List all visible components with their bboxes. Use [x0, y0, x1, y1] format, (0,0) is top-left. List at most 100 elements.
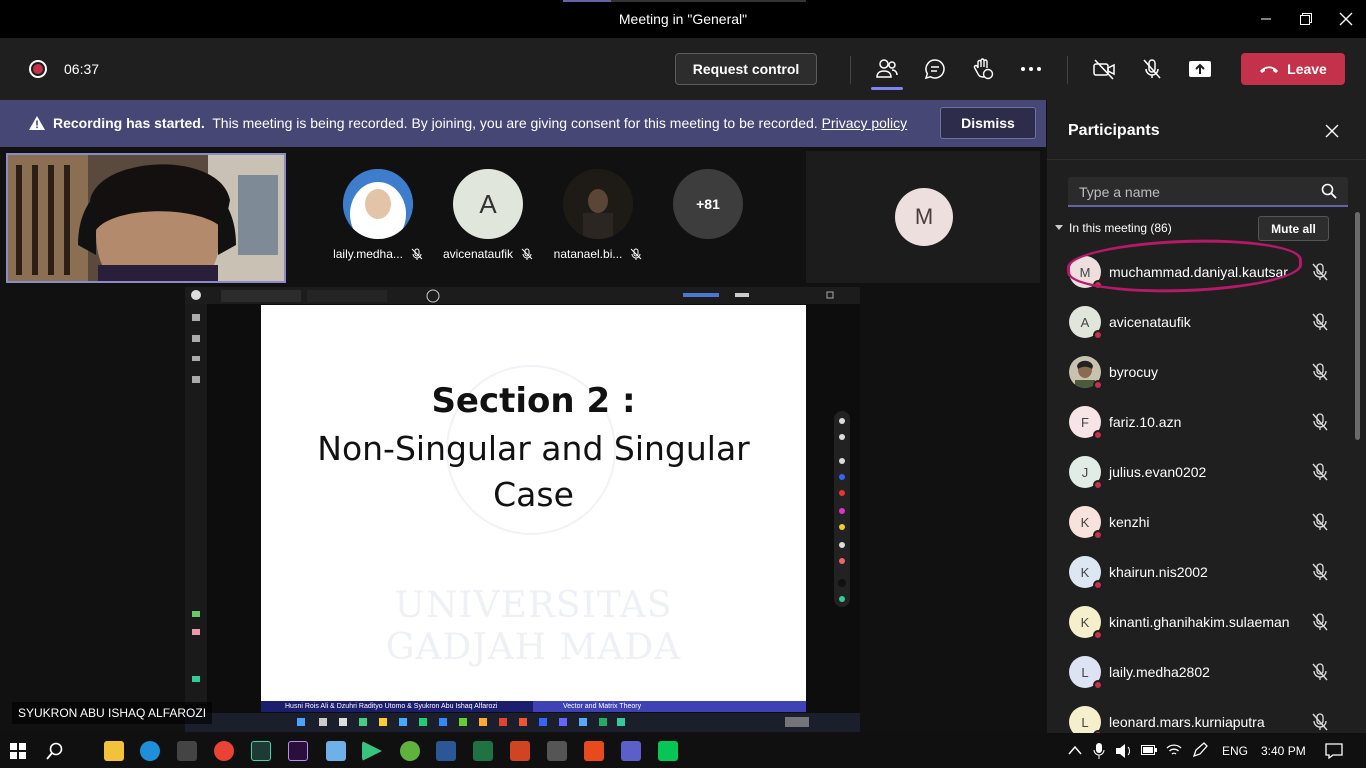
pen-toolbar — [834, 411, 850, 607]
mic-off-icon[interactable] — [1311, 412, 1329, 432]
search-icon[interactable] — [1321, 183, 1337, 199]
meeting-toolbar: 06:37 Request control Leave — [0, 38, 1366, 100]
participant-row[interactable]: Llaily.medha2802 — [1047, 648, 1353, 698]
slide-footer-authors: Husni Rois Ali & Dzuhri Radityo Utomo & … — [261, 701, 533, 712]
input-language[interactable]: ENG — [1222, 744, 1248, 758]
camera-toggle-button[interactable] — [1088, 54, 1120, 84]
battery-icon[interactable] — [1141, 745, 1157, 755]
overflow-participants-button[interactable]: +81 — [673, 169, 743, 239]
participant-row[interactable]: Jjulius.evan0202 — [1047, 448, 1353, 498]
chrome-icon[interactable] — [214, 741, 234, 761]
participant-row[interactable]: Aavicenataufik — [1047, 298, 1353, 348]
minimize-button[interactable] — [1246, 6, 1286, 32]
mic-off-icon[interactable] — [1311, 362, 1329, 382]
maximize-button[interactable] — [1286, 6, 1326, 32]
notifications-icon[interactable] — [1325, 743, 1343, 759]
shared-screen-taskbar — [185, 713, 860, 732]
self-video-tile — [6, 153, 286, 283]
participant-search-input[interactable] — [1079, 182, 1309, 202]
edge-icon[interactable] — [140, 741, 160, 761]
mic-off-icon[interactable] — [1311, 612, 1329, 632]
word-icon[interactable] — [436, 741, 456, 761]
share-screen-button[interactable] — [1184, 54, 1216, 84]
close-icon — [1339, 12, 1353, 26]
status-indicator — [1093, 380, 1103, 390]
camera-feed-image — [8, 155, 284, 281]
banner-bold-text: Recording has started. — [53, 115, 205, 131]
participant-row[interactable]: Kkinanti.ghanihakim.sulaeman — [1047, 598, 1353, 648]
watermark-line-1: UNIVERSITAS — [394, 585, 673, 626]
reactions-button[interactable] — [967, 54, 999, 84]
more-options-button[interactable] — [1015, 54, 1047, 84]
wifi-icon[interactable] — [1166, 743, 1182, 757]
presenter-tile: M — [806, 151, 1040, 283]
mic-toggle-button[interactable] — [1136, 54, 1168, 84]
file-explorer-icon[interactable] — [104, 741, 124, 761]
close-panel-button[interactable] — [1321, 120, 1343, 142]
clock[interactable]: 3:40 PM — [1261, 744, 1306, 758]
participant-tile[interactable]: A avicenataufik — [433, 169, 543, 261]
excel-icon[interactable] — [473, 741, 493, 761]
participants-button[interactable] — [871, 54, 903, 84]
pdf-app-icon[interactable] — [584, 741, 604, 761]
sound-app-icon[interactable] — [547, 741, 567, 761]
mic-off-icon[interactable] — [1311, 562, 1329, 582]
privacy-policy-link[interactable]: Privacy policy — [822, 115, 908, 131]
in-meeting-section-header[interactable]: In this meeting (86) — [1055, 221, 1172, 235]
store-icon[interactable] — [177, 741, 197, 761]
premiere-icon[interactable] — [288, 741, 308, 761]
participant-row[interactable]: Kkhairun.nis2002 — [1047, 548, 1353, 598]
mic-off-icon[interactable] — [1311, 662, 1329, 682]
notepad-icon[interactable] — [326, 741, 346, 761]
mic-off-icon[interactable] — [1311, 712, 1329, 732]
mute-all-button[interactable]: Mute all — [1258, 216, 1329, 241]
participant-list: Mmuchammad.daniyal.kautsar Aavicenataufik… — [1047, 248, 1353, 748]
mic-off-icon[interactable] — [1311, 462, 1329, 482]
status-indicator — [1093, 430, 1103, 440]
microphone-icon[interactable] — [1093, 742, 1105, 760]
participant-initial: K — [1080, 564, 1090, 580]
windows-start-icon[interactable] — [10, 743, 26, 759]
participant-initial: J — [1081, 464, 1089, 480]
request-control-button[interactable]: Request control — [675, 53, 817, 85]
participant-avatar — [1069, 356, 1103, 390]
participant-avatar: J — [1069, 456, 1103, 490]
panel-scrollbar[interactable] — [1355, 212, 1360, 440]
participant-row[interactable]: Ffariz.10.azn — [1047, 398, 1353, 448]
participant-name: laily.medha2802 — [1109, 664, 1210, 680]
teams-icon[interactable] — [621, 741, 641, 761]
dismiss-button[interactable]: Dismiss — [940, 107, 1036, 139]
mic-off-icon[interactable] — [1311, 312, 1329, 332]
participant-tile[interactable]: natanael.bi... — [543, 169, 653, 261]
volume-icon[interactable] — [1115, 743, 1133, 759]
participant-initial: A — [1080, 314, 1090, 330]
app-icon[interactable] — [400, 741, 420, 761]
active-tab-indicator — [871, 87, 903, 90]
participant-row[interactable]: Kkenzhi — [1047, 498, 1353, 548]
taskbar-search-icon[interactable] — [46, 742, 64, 760]
close-icon — [1325, 124, 1339, 138]
mic-off-icon[interactable] — [1311, 512, 1329, 532]
participant-initial: K — [1080, 514, 1090, 530]
participant-name: khairun.nis2002 — [1109, 564, 1208, 580]
close-window-button[interactable] — [1326, 6, 1366, 32]
chat-button[interactable] — [919, 54, 951, 84]
windows-taskbar: ENG 3:40 PM — [0, 733, 1366, 768]
chevron-up-icon[interactable] — [1068, 744, 1082, 756]
avatar — [343, 169, 413, 239]
toolbar-divider — [1067, 56, 1068, 84]
powerpoint-icon[interactable] — [510, 741, 530, 761]
participant-name: julius.evan0202 — [1109, 464, 1207, 480]
mic-off-icon[interactable] — [1311, 262, 1329, 282]
participant-search-box — [1068, 177, 1348, 207]
line-icon[interactable] — [658, 741, 678, 761]
participant-name: kenzhi — [1109, 514, 1150, 530]
status-indicator — [1093, 480, 1103, 490]
audition-icon[interactable] — [251, 741, 271, 761]
participant-tile[interactable]: laily.medha... — [323, 169, 433, 261]
people-icon — [876, 59, 898, 78]
leave-button[interactable]: Leave — [1241, 53, 1345, 85]
pen-icon[interactable] — [1192, 742, 1208, 758]
media-player-icon[interactable] — [362, 741, 382, 761]
participant-row[interactable]: byrocuy — [1047, 348, 1353, 398]
